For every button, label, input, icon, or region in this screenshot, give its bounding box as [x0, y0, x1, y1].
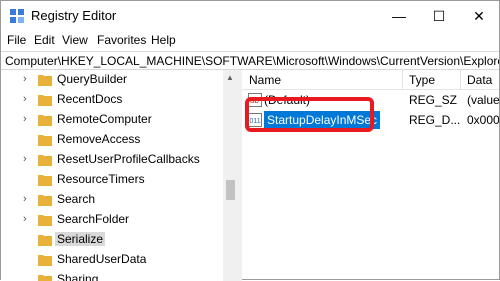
menu-view[interactable]: View — [62, 33, 88, 47]
registry-editor-window: Registry Editor — ☐ ✕ File Edit View Fav… — [0, 0, 500, 281]
expand-chevron-icon[interactable]: › — [23, 193, 27, 205]
column-header-data[interactable]: Data — [467, 73, 492, 87]
column-divider[interactable] — [402, 70, 403, 90]
value-data: (value — [467, 93, 499, 107]
tree-item-label: RemoveAccess — [57, 132, 141, 146]
menu-edit[interactable]: Edit — [34, 33, 55, 47]
window-title: Registry Editor — [31, 8, 117, 23]
column-header-name[interactable]: Name — [249, 73, 281, 87]
scrollbar-thumb[interactable] — [226, 180, 235, 200]
tree-item-querybuilder[interactable]: › QueryBuilder — [1, 70, 238, 90]
list-header: Name Type Data — [242, 70, 499, 90]
minimize-icon: — — [392, 8, 406, 24]
tree-item-label: ResourceTimers — [57, 172, 145, 186]
tree-item-label: ResetUserProfileCallbacks — [57, 152, 200, 166]
expand-chevron-icon[interactable]: › — [23, 153, 27, 165]
tree-item-label: RecentDocs — [57, 92, 123, 106]
tree-item-search[interactable]: › Search — [1, 190, 238, 210]
scroll-up-arrow-icon[interactable]: ▲ — [226, 73, 234, 82]
address-bar[interactable]: Computer\HKEY_LOCAL_MACHINE\SOFTWARE\Mic… — [1, 51, 499, 70]
tree-item-label: Serialize — [55, 232, 106, 246]
menu-file[interactable]: File — [7, 33, 26, 47]
folder-icon — [38, 115, 52, 126]
menu-bar: File Edit View Favorites Help — [1, 31, 499, 51]
maximize-button[interactable]: ☐ — [419, 1, 459, 31]
expand-chevron-icon[interactable]: › — [23, 93, 27, 105]
tree-item-label: SharedUserData — [57, 252, 147, 266]
annotation-highlight-box — [245, 97, 374, 132]
folder-icon — [38, 175, 52, 186]
menu-help[interactable]: Help — [151, 33, 176, 47]
minimize-button[interactable]: — — [379, 1, 419, 31]
value-type: REG_SZ — [409, 93, 458, 107]
tree-item-label: Search — [57, 192, 96, 206]
tree-item-searchfolder[interactable]: › SearchFolder — [1, 210, 238, 230]
tree-item-resetuserprofilecallbacks[interactable]: › ResetUserProfileCallbacks — [1, 150, 238, 170]
expand-chevron-icon[interactable]: › — [23, 73, 27, 85]
folder-icon — [38, 195, 52, 206]
tree-item-removeaccess[interactable]: RemoveAccess — [1, 130, 238, 150]
value-type: REG_D... — [409, 113, 461, 127]
close-button[interactable]: ✕ — [459, 1, 499, 31]
tree-item-sharing[interactable]: Sharing — [1, 270, 238, 281]
title-bar: Registry Editor — ☐ ✕ — [1, 1, 499, 31]
expand-chevron-icon[interactable]: › — [23, 213, 27, 225]
tree-item-label: QueryBuilder — [57, 72, 128, 86]
tree-item-label: SearchFolder — [57, 212, 130, 226]
tree-item-serialize[interactable]: Serialize — [1, 230, 238, 250]
folder-icon — [38, 215, 52, 226]
tree-item-resourcetimers[interactable]: ResourceTimers — [1, 170, 238, 190]
maximize-icon: ☐ — [432, 7, 446, 24]
folder-icon — [38, 235, 52, 246]
tree-item-remotecomputer[interactable]: › RemoteComputer — [1, 110, 238, 130]
tree-item-recentdocs[interactable]: › RecentDocs — [1, 90, 238, 110]
menu-favorites[interactable]: Favorites — [97, 33, 146, 47]
folder-icon — [38, 255, 52, 266]
column-divider[interactable] — [460, 70, 461, 90]
tree-scrollbar[interactable]: ▲ — [223, 70, 238, 281]
folder-icon — [38, 95, 52, 106]
value-data: 0x000 — [467, 113, 499, 127]
folder-icon — [38, 75, 52, 86]
tree-item-shareduserdata[interactable]: SharedUserData — [1, 250, 238, 270]
tree-item-label: RemoteComputer — [57, 112, 152, 126]
column-header-type[interactable]: Type — [409, 73, 435, 87]
expand-chevron-icon[interactable]: › — [23, 113, 27, 125]
key-tree: › QueryBuilder › RecentDocs › RemoteComp… — [1, 70, 238, 281]
close-icon: ✕ — [473, 7, 485, 24]
registry-editor-app-icon — [10, 9, 24, 23]
folder-icon — [38, 135, 52, 146]
folder-icon — [38, 155, 52, 166]
